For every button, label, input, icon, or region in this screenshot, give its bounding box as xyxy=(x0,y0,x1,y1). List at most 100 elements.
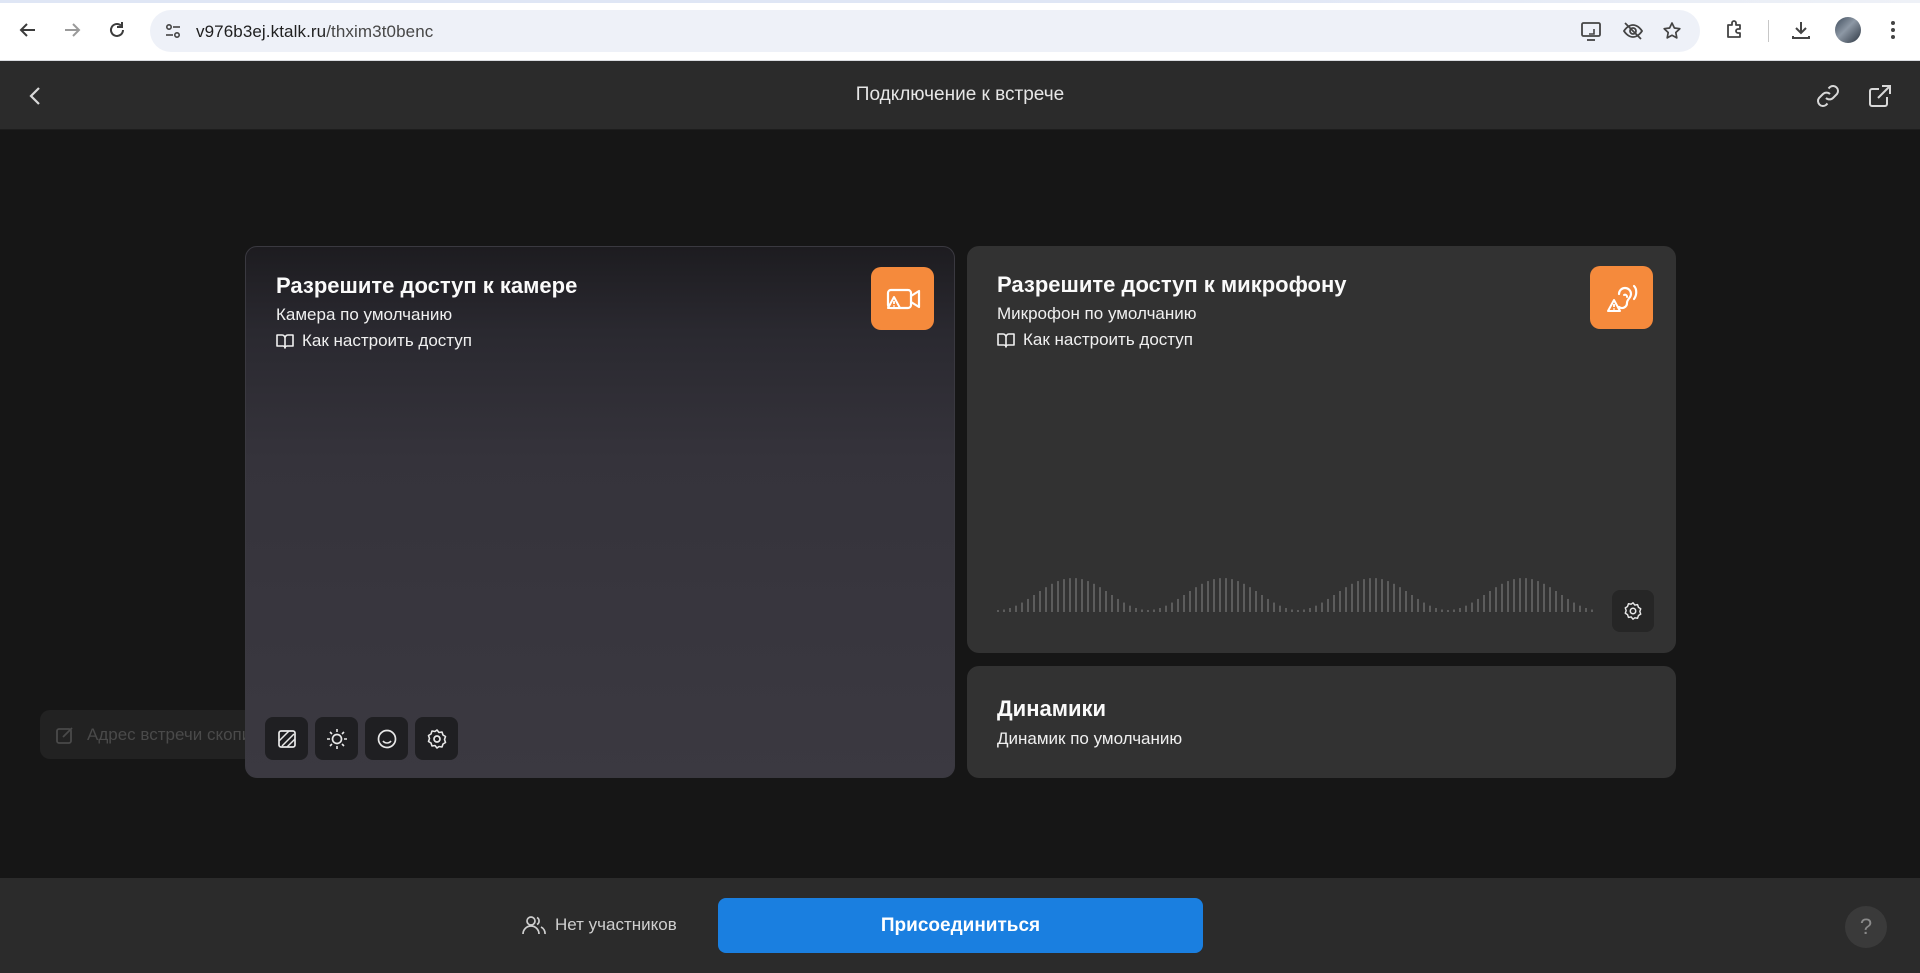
waveform-bar xyxy=(1459,608,1461,612)
microphone-help-link[interactable]: Как настроить доступ xyxy=(997,330,1193,350)
waveform-bar xyxy=(1075,578,1077,612)
waveform-bar xyxy=(1363,579,1365,612)
waveform-bar xyxy=(1201,583,1203,612)
waveform-bar xyxy=(1345,587,1347,612)
participants-indicator[interactable]: Нет участников xyxy=(522,914,677,936)
camera-card: Разрешите доступ к камере Камера по умол… xyxy=(245,246,955,778)
waveform-bar xyxy=(1495,587,1497,612)
audio-level-waveform xyxy=(997,578,1593,612)
waveform-bar xyxy=(1267,598,1269,612)
waveform-bar xyxy=(1003,609,1005,612)
camera-settings-button[interactable] xyxy=(415,717,458,760)
waveform-bar xyxy=(1219,578,1221,612)
background-blur-button[interactable] xyxy=(265,717,308,760)
waveform-bar xyxy=(1327,598,1329,612)
avatar[interactable] xyxy=(1835,17,1861,43)
waveform-bar xyxy=(1417,598,1419,612)
book-icon xyxy=(997,331,1015,349)
tab-strip xyxy=(0,0,1920,3)
toast-text: Адрес встречи скопир xyxy=(87,725,261,744)
reload-button[interactable] xyxy=(101,14,133,46)
waveform-bar xyxy=(1087,581,1089,612)
waveform-bar xyxy=(1243,583,1245,612)
hide-icon xyxy=(1622,22,1644,40)
back-button[interactable] xyxy=(12,14,44,46)
waveform-bar xyxy=(1279,605,1281,612)
waveform-bar xyxy=(1435,608,1437,612)
copy-link-button[interactable] xyxy=(1812,80,1844,112)
waveform-bar xyxy=(1531,579,1533,612)
waveform-bar xyxy=(1543,583,1545,612)
waveform-bar xyxy=(1513,579,1515,612)
waveform-bar xyxy=(1015,605,1017,612)
waveform-bar xyxy=(1153,609,1155,612)
menu-icon xyxy=(1891,21,1895,39)
waveform-bar xyxy=(1033,595,1035,612)
site-info-icon xyxy=(165,23,181,39)
waveform-bar xyxy=(1129,605,1131,612)
forward-button[interactable] xyxy=(56,14,88,46)
face-filter-icon xyxy=(377,729,396,748)
camera-warning-button[interactable] xyxy=(871,267,934,330)
open-external-button[interactable] xyxy=(1864,80,1896,112)
waveform-bar xyxy=(1111,595,1113,612)
waveform-bar xyxy=(1387,581,1389,612)
extensions-button[interactable] xyxy=(1720,15,1750,45)
url-host: v976b3ej.ktalk.ru xyxy=(196,22,327,41)
users-icon xyxy=(522,916,546,935)
brightness-icon xyxy=(326,728,347,749)
help-button[interactable]: ? xyxy=(1845,906,1887,948)
waveform-bar xyxy=(1525,578,1527,612)
microphone-device[interactable]: Микрофон по умолчанию xyxy=(997,304,1197,324)
cast-icon xyxy=(1581,22,1601,41)
speakers-card[interactable]: Динамики Динамик по умолчанию xyxy=(967,666,1676,778)
speakers-title: Динамики xyxy=(997,696,1107,721)
url-text[interactable]: v976b3ej.ktalk.ru/thxim3t0benc xyxy=(196,22,433,42)
microphone-warning-button[interactable] xyxy=(1590,266,1653,329)
join-button[interactable]: Присоединиться xyxy=(718,898,1203,953)
waveform-bar xyxy=(1393,583,1395,612)
waveform-bar xyxy=(1057,581,1059,612)
waveform-bar xyxy=(1069,578,1071,612)
face-filter-button[interactable] xyxy=(365,717,408,760)
url-path: /thxim3t0benc xyxy=(326,22,434,41)
settings-icon xyxy=(427,728,446,749)
downloads-button[interactable] xyxy=(1786,15,1816,45)
waveform-bar xyxy=(1573,602,1575,612)
forward-icon xyxy=(65,23,81,37)
camera-device[interactable]: Камера по умолчанию xyxy=(276,305,452,325)
waveform-bar xyxy=(1567,598,1569,612)
waveform-bar xyxy=(1303,609,1305,612)
menu-button[interactable] xyxy=(1878,15,1908,45)
microphone-help-label: Как настроить доступ xyxy=(1023,330,1193,349)
waveform-bar xyxy=(1591,609,1593,612)
waveform-bar xyxy=(1177,598,1179,612)
speakers-device[interactable]: Динамик по умолчанию xyxy=(997,729,1182,749)
site-info-button[interactable] xyxy=(162,20,184,42)
waveform-bar xyxy=(1381,579,1383,612)
hide-button[interactable] xyxy=(1622,20,1644,42)
waveform-bar xyxy=(1447,610,1449,612)
extensions-icon xyxy=(1727,20,1741,38)
waveform-bar xyxy=(1399,587,1401,612)
waveform-bar xyxy=(1165,605,1167,612)
waveform-bar xyxy=(1135,608,1137,612)
page-title: Подключение к встрече xyxy=(855,84,1065,105)
waveform-bar xyxy=(1411,595,1413,612)
waveform-bar xyxy=(1405,591,1407,612)
address-bar[interactable]: v976b3ej.ktalk.ru/thxim3t0benc xyxy=(150,10,1700,52)
waveform-bar xyxy=(1021,602,1023,612)
star-icon xyxy=(1663,22,1681,39)
cast-button[interactable] xyxy=(1580,20,1602,42)
waveform-bar xyxy=(1477,598,1479,612)
microphone-warning-icon xyxy=(1606,284,1637,312)
microphone-settings-button[interactable] xyxy=(1612,590,1654,632)
waveform-bar xyxy=(1123,602,1125,612)
brightness-button[interactable] xyxy=(315,717,358,760)
bookmark-button[interactable] xyxy=(1661,20,1683,42)
waveform-bar xyxy=(1423,602,1425,612)
camera-help-link[interactable]: Как настроить доступ xyxy=(276,331,472,351)
waveform-bar xyxy=(1291,609,1293,612)
waveform-bar xyxy=(1261,595,1263,612)
settings-icon xyxy=(1624,602,1642,620)
